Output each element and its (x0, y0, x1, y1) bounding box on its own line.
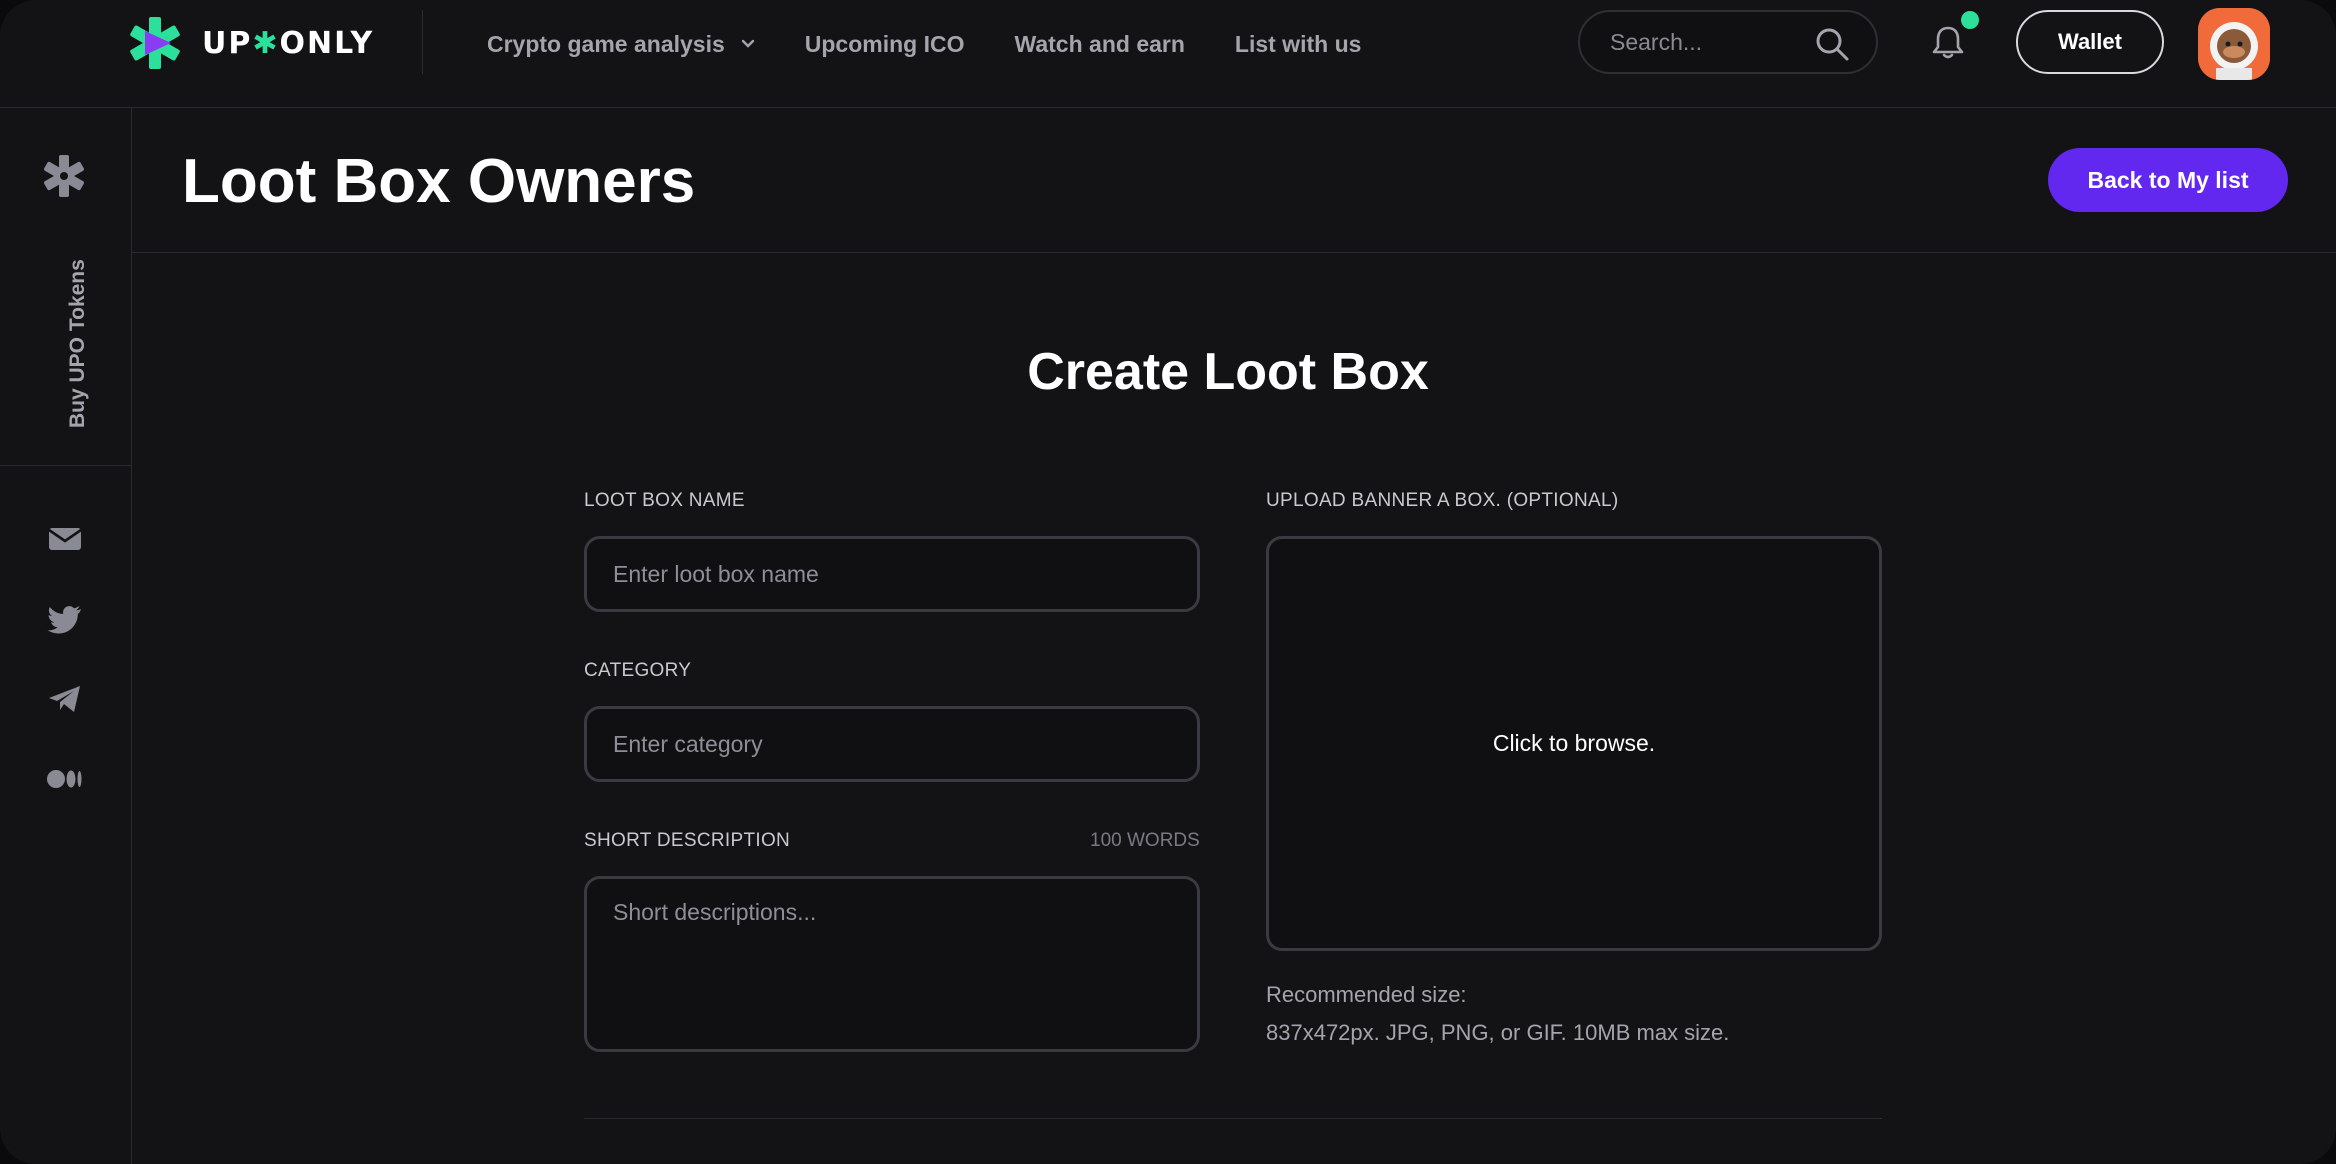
upload-banner-label: UPLOAD BANNER A BOX. (OPTIONAL) (1266, 490, 1619, 511)
nav-item-upcoming-ico[interactable]: Upcoming ICO (805, 31, 965, 58)
wallet-button[interactable]: Wallet (2016, 10, 2164, 74)
wordmark-left: UP (202, 25, 253, 61)
banner-upload-dropzone[interactable]: Click to browse. (1266, 536, 1882, 951)
back-to-my-list-button[interactable]: Back to My list (2048, 148, 2288, 212)
avatar[interactable] (2198, 8, 2270, 80)
left-sidebar: Buy UPO Tokens (0, 108, 132, 1164)
wordmark-star: ✱ (252, 25, 280, 61)
nav-item-crypto-game-analysis[interactable]: Crypto game analysis (487, 31, 755, 58)
search-box (1578, 10, 1878, 74)
nav-label: Watch and earn (1014, 30, 1185, 57)
chevron-down-icon (741, 39, 754, 48)
upload-prompt-text: Click to browse. (1492, 730, 1656, 756)
sidebar-divider (0, 465, 132, 466)
form-divider (584, 1118, 1882, 1119)
category-input[interactable] (584, 706, 1200, 782)
wordmark-right: ONLY (279, 25, 375, 61)
brand-logo[interactable]: UP✱ONLY (128, 16, 374, 70)
nav-divider (422, 10, 423, 74)
astronaut-avatar-icon (2198, 8, 2270, 80)
bell-icon[interactable] (1928, 22, 1968, 62)
top-navbar: UP✱ONLY Crypto game analysis Upcoming IC… (0, 0, 2336, 108)
recommended-size-detail: 837x472px. JPG, PNG, or GIF. 10MB max si… (1266, 1020, 1730, 1045)
twitter-icon[interactable] (46, 602, 84, 636)
medium-icon[interactable] (46, 762, 84, 796)
telegram-icon[interactable] (46, 682, 84, 716)
mail-icon[interactable] (46, 522, 84, 556)
category-label: CATEGORY (584, 660, 692, 681)
brand-mark-icon (130, 17, 180, 69)
nav-label: Upcoming ICO (804, 30, 965, 57)
app-window: UP✱ONLY Crypto game analysis Upcoming IC… (0, 0, 2336, 1164)
nav-item-list-with-us[interactable]: List with us (1235, 31, 1362, 58)
loot-box-name-label: LOOT BOX NAME (584, 490, 745, 511)
word-limit-counter: 100 WORDS (1090, 830, 1200, 851)
loot-box-name-input[interactable] (584, 536, 1200, 612)
search-input[interactable] (1610, 20, 1810, 64)
main-nav: Crypto game analysis Upcoming ICO Watch … (487, 24, 1361, 64)
nav-label: List with us (1234, 30, 1362, 57)
page-header: Loot Box Owners Back to My list (132, 108, 2336, 253)
short-description-textarea[interactable] (584, 876, 1200, 1052)
page-title: Loot Box Owners (182, 147, 696, 216)
short-description-label: SHORT DESCRIPTION (584, 830, 791, 851)
notification-dot (1961, 11, 1979, 29)
recommended-size-title: Recommended size: (1266, 982, 1467, 1007)
brand-mark-icon[interactable] (42, 154, 86, 198)
nav-label: Crypto game analysis (487, 30, 725, 57)
nav-item-watch-and-earn[interactable]: Watch and earn (1015, 31, 1185, 58)
search-icon[interactable] (1814, 26, 1850, 62)
brand-wordmark: UP✱ONLY (202, 26, 374, 61)
form-title: Create Loot Box (1027, 343, 1429, 401)
